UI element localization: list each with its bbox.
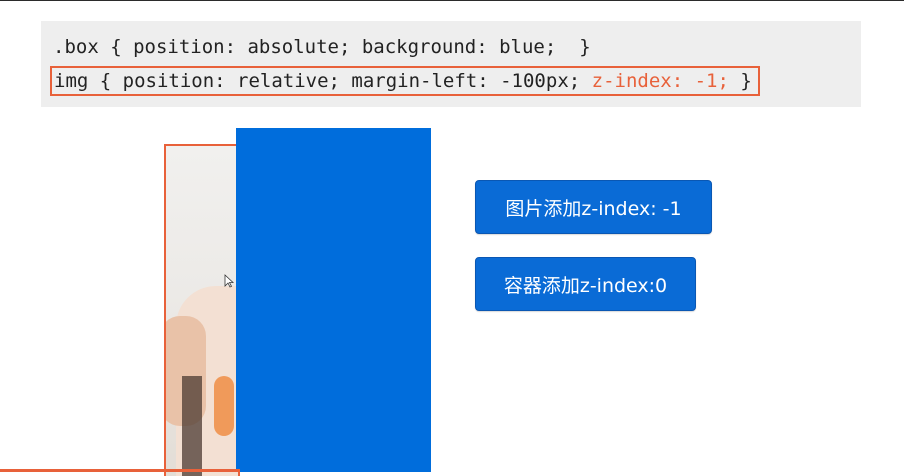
- code-zindex-highlight: z-index: -1;: [591, 70, 729, 92]
- container-zindex-button[interactable]: 容器添加z-index:0: [475, 257, 696, 311]
- code-img-rule-text: img { position: relative; margin-left: -…: [54, 70, 592, 92]
- code-line-img-rule: img { position: relative; margin-left: -…: [50, 66, 760, 96]
- cursor-icon: [224, 274, 234, 288]
- top-divider: [0, 0, 904, 1]
- photo-accent-object: [214, 376, 234, 436]
- photo-background-shadow: [182, 376, 202, 476]
- code-img-rule-close: }: [728, 70, 752, 92]
- image-zindex-button[interactable]: 图片添加z-index: -1: [475, 180, 712, 234]
- demo-image-frame: [164, 144, 240, 476]
- blue-absolute-box: [236, 128, 431, 472]
- code-snippet-panel: .box { position: absolute; background: b…: [41, 21, 861, 107]
- code-line-box-rule: .box { position: absolute; background: b…: [53, 36, 591, 58]
